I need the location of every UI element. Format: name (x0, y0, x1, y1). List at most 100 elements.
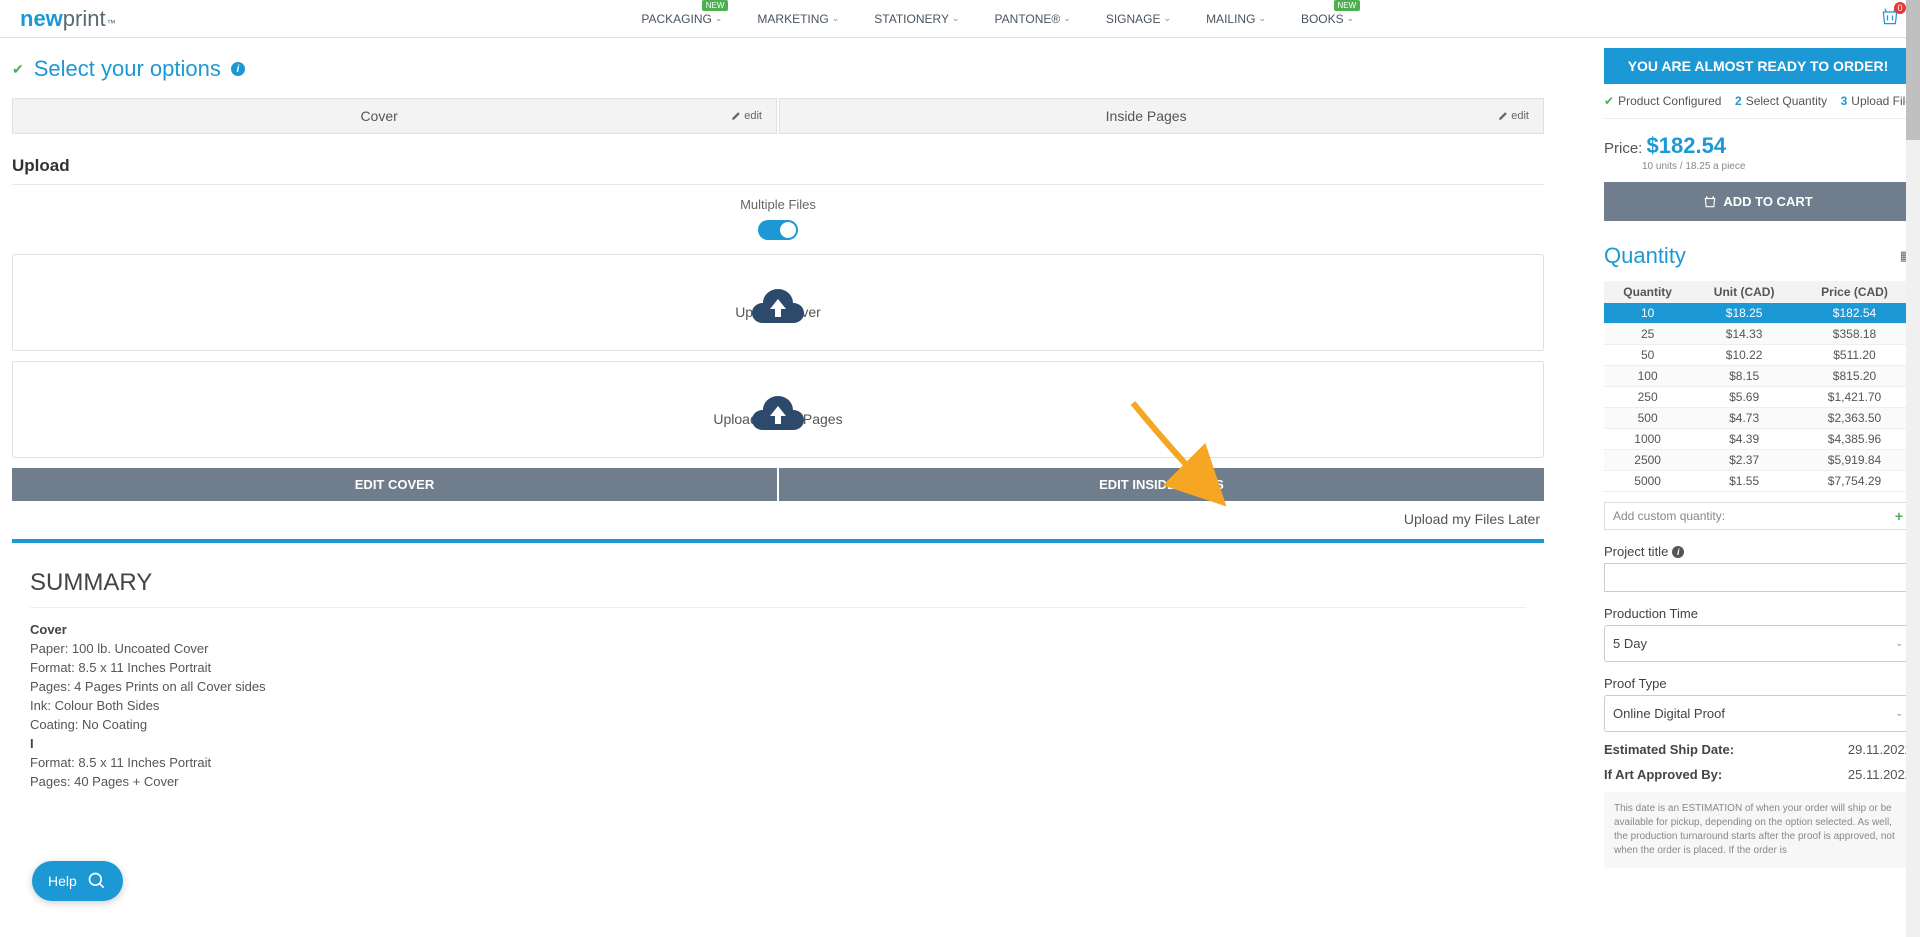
table-row[interactable]: 250$5.69$1,421.70 (1604, 387, 1912, 408)
cart-area: 0 (1880, 7, 1900, 30)
summary-heading: SUMMARY (30, 569, 1526, 608)
nav-item-mailing[interactable]: MAILING⌄ (1206, 12, 1266, 26)
project-title-text: Project title (1604, 544, 1668, 559)
proof-type-value: Online Digital Proof (1613, 706, 1725, 721)
table-row[interactable]: 2500$2.37$5,919.84 (1604, 450, 1912, 471)
edit-buttons-row: EDIT COVER EDIT INSIDE PAGES (12, 468, 1544, 501)
cloud-upload-icon (748, 285, 808, 325)
project-title-label: Project title i (1604, 544, 1912, 559)
chevron-down-icon: ⌄ (1347, 13, 1355, 24)
upload-inside-box[interactable]: Upload Inside Pages (12, 361, 1544, 458)
multi-files-toggle[interactable] (758, 220, 798, 240)
step-num: 3 (1841, 94, 1848, 108)
help-button[interactable]: Help (32, 861, 123, 901)
options-title-text: Select your options (34, 56, 221, 82)
info-icon[interactable]: i (1672, 546, 1684, 558)
table-row[interactable]: 1000$4.39$4,385.96 (1604, 429, 1912, 450)
check-icon: ✔ (12, 61, 24, 78)
prod-time-select[interactable]: 5 Day ⌄ (1604, 625, 1912, 662)
summary-sub: I (30, 736, 1526, 751)
custom-qty-label: Add custom quantity: (1613, 509, 1725, 523)
logo[interactable]: newprint™ (20, 6, 116, 32)
ready-banner: YOU ARE ALMOST READY TO ORDER! (1604, 48, 1912, 84)
art-approved-label: If Art Approved By: (1604, 767, 1722, 782)
nav-item-stationery[interactable]: STATIONERY⌄ (874, 12, 959, 26)
help-label: Help (48, 873, 77, 889)
edit-cover-button[interactable]: EDIT COVER (12, 468, 777, 501)
info-icon[interactable]: i (231, 62, 245, 76)
add-to-cart-button[interactable]: ADD TO CART (1604, 182, 1912, 221)
order-sidebar: YOU ARE ALMOST READY TO ORDER! ✔ Product… (1604, 48, 1912, 868)
proof-type-label: Proof Type (1604, 676, 1912, 691)
table-row[interactable]: 5000$1.55$7,754.29 (1604, 471, 1912, 492)
price-display: Price: $182.54 (1604, 133, 1912, 159)
divider-bar (12, 539, 1544, 543)
main-header: newprint™ NEWPACKAGING⌄ MARKETING⌄ STATION… (0, 0, 1920, 38)
ship-date-label: Estimated Ship Date: (1604, 742, 1734, 757)
chevron-down-icon: ⌄ (952, 13, 960, 24)
order-step: 3 Upload File (1841, 94, 1912, 108)
chevron-down-icon: ⌄ (1258, 13, 1266, 24)
cloud-upload-icon (748, 392, 808, 432)
summary-line: Ink: Colour Both Sides (30, 698, 1526, 713)
nav-item-packaging[interactable]: NEWPACKAGING⌄ (641, 12, 722, 26)
options-title: ✔ Select your options i (12, 56, 1544, 82)
art-approved-row: If Art Approved By: 25.11.2022 (1604, 767, 1912, 782)
summary-line: Coating: No Coating (30, 717, 1526, 732)
chevron-down-icon: ⌄ (715, 13, 723, 24)
options-tabs: CovereditInside Pagesedit (12, 98, 1544, 134)
check-icon: ✔ (1604, 94, 1614, 108)
option-tab-0: Coveredit (12, 98, 777, 134)
table-row[interactable]: 100$8.15$815.20 (1604, 366, 1912, 387)
scrollbar[interactable] (1906, 0, 1920, 937)
prod-time-label: Production Time (1604, 606, 1912, 621)
chevron-down-icon: ⌄ (1895, 708, 1903, 719)
plus-icon: + (1895, 508, 1903, 524)
prod-time-value: 5 Day (1613, 636, 1647, 651)
logo-b: print (63, 6, 106, 32)
proof-type-select[interactable]: Online Digital Proof ⌄ (1604, 695, 1912, 732)
edit-link[interactable]: edit (1498, 110, 1529, 122)
step-num: 2 (1735, 94, 1742, 108)
nav-item-books[interactable]: NEWBOOKS⌄ (1301, 12, 1354, 26)
order-step: ✔ Product Configured (1604, 94, 1721, 108)
table-row[interactable]: 50$10.22$511.20 (1604, 345, 1912, 366)
option-tab-1: Inside Pagesedit (779, 98, 1544, 134)
table-row[interactable]: 10$18.25$182.54 (1604, 303, 1912, 324)
table-row[interactable]: 500$4.73$2,363.50 (1604, 408, 1912, 429)
new-badge: NEW (702, 0, 729, 11)
table-row[interactable]: 25$14.33$358.18 (1604, 324, 1912, 345)
tab-label: Cover (27, 108, 731, 124)
tab-label: Inside Pages (794, 108, 1498, 124)
cart-button[interactable]: 0 (1880, 7, 1900, 30)
custom-quantity-button[interactable]: Add custom quantity: + (1604, 502, 1912, 530)
nav-item-signage[interactable]: SIGNAGE⌄ (1106, 12, 1171, 26)
scrollbar-thumb[interactable] (1906, 0, 1920, 140)
ship-date-row: Estimated Ship Date: 29.11.2022 (1604, 742, 1912, 757)
logo-a: new (20, 6, 63, 32)
new-badge: NEW (1334, 0, 1361, 11)
price-amount: $182.54 (1647, 133, 1727, 158)
multi-files-label: Multiple Files (12, 197, 1544, 212)
summary-sub: Cover (30, 622, 1526, 637)
project-title-input[interactable] (1604, 563, 1912, 592)
upload-cover-box[interactable]: Upload Cover (12, 254, 1544, 351)
qty-heading-text: Quantity (1604, 243, 1686, 269)
summary: SUMMARY CoverPaper: 100 lb. Uncoated Cov… (12, 559, 1544, 803)
nav-item-pantone®[interactable]: PANTONE®⌄ (995, 12, 1071, 26)
order-steps: ✔ Product Configured2 Select Quantity3 U… (1604, 84, 1912, 119)
nav-item-marketing[interactable]: MARKETING⌄ (757, 12, 839, 26)
chevron-down-icon: ⌄ (1164, 13, 1172, 24)
chevron-down-icon: ⌄ (832, 13, 840, 24)
summary-line: Format: 8.5 x 11 Inches Portrait (30, 755, 1526, 770)
ship-date-value: 29.11.2022 (1848, 742, 1912, 757)
main-nav: NEWPACKAGING⌄ MARKETING⌄ STATIONERY⌄ PANTON… (641, 12, 1354, 26)
table-header: Quantity (1604, 281, 1691, 303)
table-header: Unit (CAD) (1691, 281, 1797, 303)
art-approved-value: 25.11.2022 (1848, 767, 1912, 782)
upload-later-link[interactable]: Upload my Files Later (12, 511, 1540, 527)
upload-heading: Upload (12, 156, 1544, 185)
edit-inside-button[interactable]: EDIT INSIDE PAGES (779, 468, 1544, 501)
price-label: Price: (1604, 140, 1642, 157)
edit-link[interactable]: edit (731, 110, 762, 122)
